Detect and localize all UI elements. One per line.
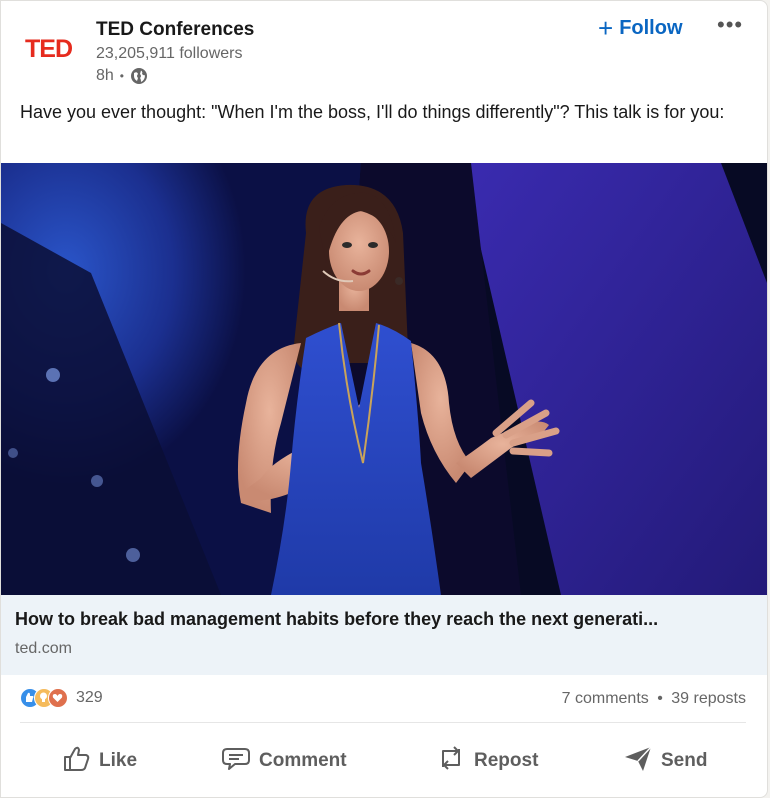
- send-icon: [623, 743, 661, 779]
- link-title[interactable]: How to break bad management habits befor…: [15, 607, 755, 631]
- like-label: Like: [99, 750, 138, 771]
- follow-button[interactable]: + Follow: [598, 15, 683, 41]
- follow-label: Follow: [619, 17, 683, 39]
- post-text: Have you ever thought: "When I'm the bos…: [20, 102, 725, 122]
- actions-divider: [20, 722, 746, 723]
- reposts-count[interactable]: 39 reposts: [671, 690, 746, 707]
- comments-count[interactable]: 7 comments: [562, 690, 649, 707]
- post-meta: 8h •: [96, 66, 148, 86]
- engagement-separator: •: [657, 690, 663, 707]
- link-domain: ted.com: [15, 640, 72, 657]
- post-image[interactable]: [1, 163, 767, 595]
- post-header: TED TED Conferences 23,205,911 followers…: [1, 1, 767, 93]
- link-preview[interactable]: How to break bad management habits befor…: [1, 595, 767, 675]
- comment-icon: [221, 743, 259, 779]
- follower-count: 23,205,911 followers: [96, 45, 243, 62]
- reaction-icons: [20, 687, 76, 709]
- reaction-count: 329: [76, 689, 103, 706]
- love-reaction-icon: [48, 688, 68, 708]
- more-options-button[interactable]: •••: [717, 13, 743, 37]
- engagement-summary: 7 comments • 39 reposts: [562, 688, 746, 710]
- meta-separator: •: [119, 69, 124, 83]
- thumbs-up-icon: [61, 743, 99, 779]
- repost-button[interactable]: Repost: [436, 741, 538, 781]
- like-button[interactable]: Like: [61, 741, 137, 781]
- company-logo[interactable]: TED: [25, 35, 73, 63]
- post-card: TED TED Conferences 23,205,911 followers…: [0, 0, 768, 798]
- plus-icon: +: [598, 13, 614, 43]
- author-name[interactable]: TED Conferences: [96, 18, 254, 42]
- send-button[interactable]: Send: [623, 741, 707, 781]
- post-actions: Like Comment Repost Send: [1, 731, 767, 791]
- comment-label: Comment: [259, 750, 347, 771]
- post-time: 8h: [96, 67, 114, 84]
- social-counts: 329 7 comments • 39 reposts: [20, 687, 746, 711]
- send-label: Send: [661, 750, 708, 771]
- reactions-summary[interactable]: 329: [20, 687, 103, 709]
- globe-icon: [130, 67, 148, 85]
- repost-label: Repost: [474, 750, 539, 771]
- repost-icon: [436, 743, 474, 779]
- comment-button[interactable]: Comment: [221, 741, 347, 781]
